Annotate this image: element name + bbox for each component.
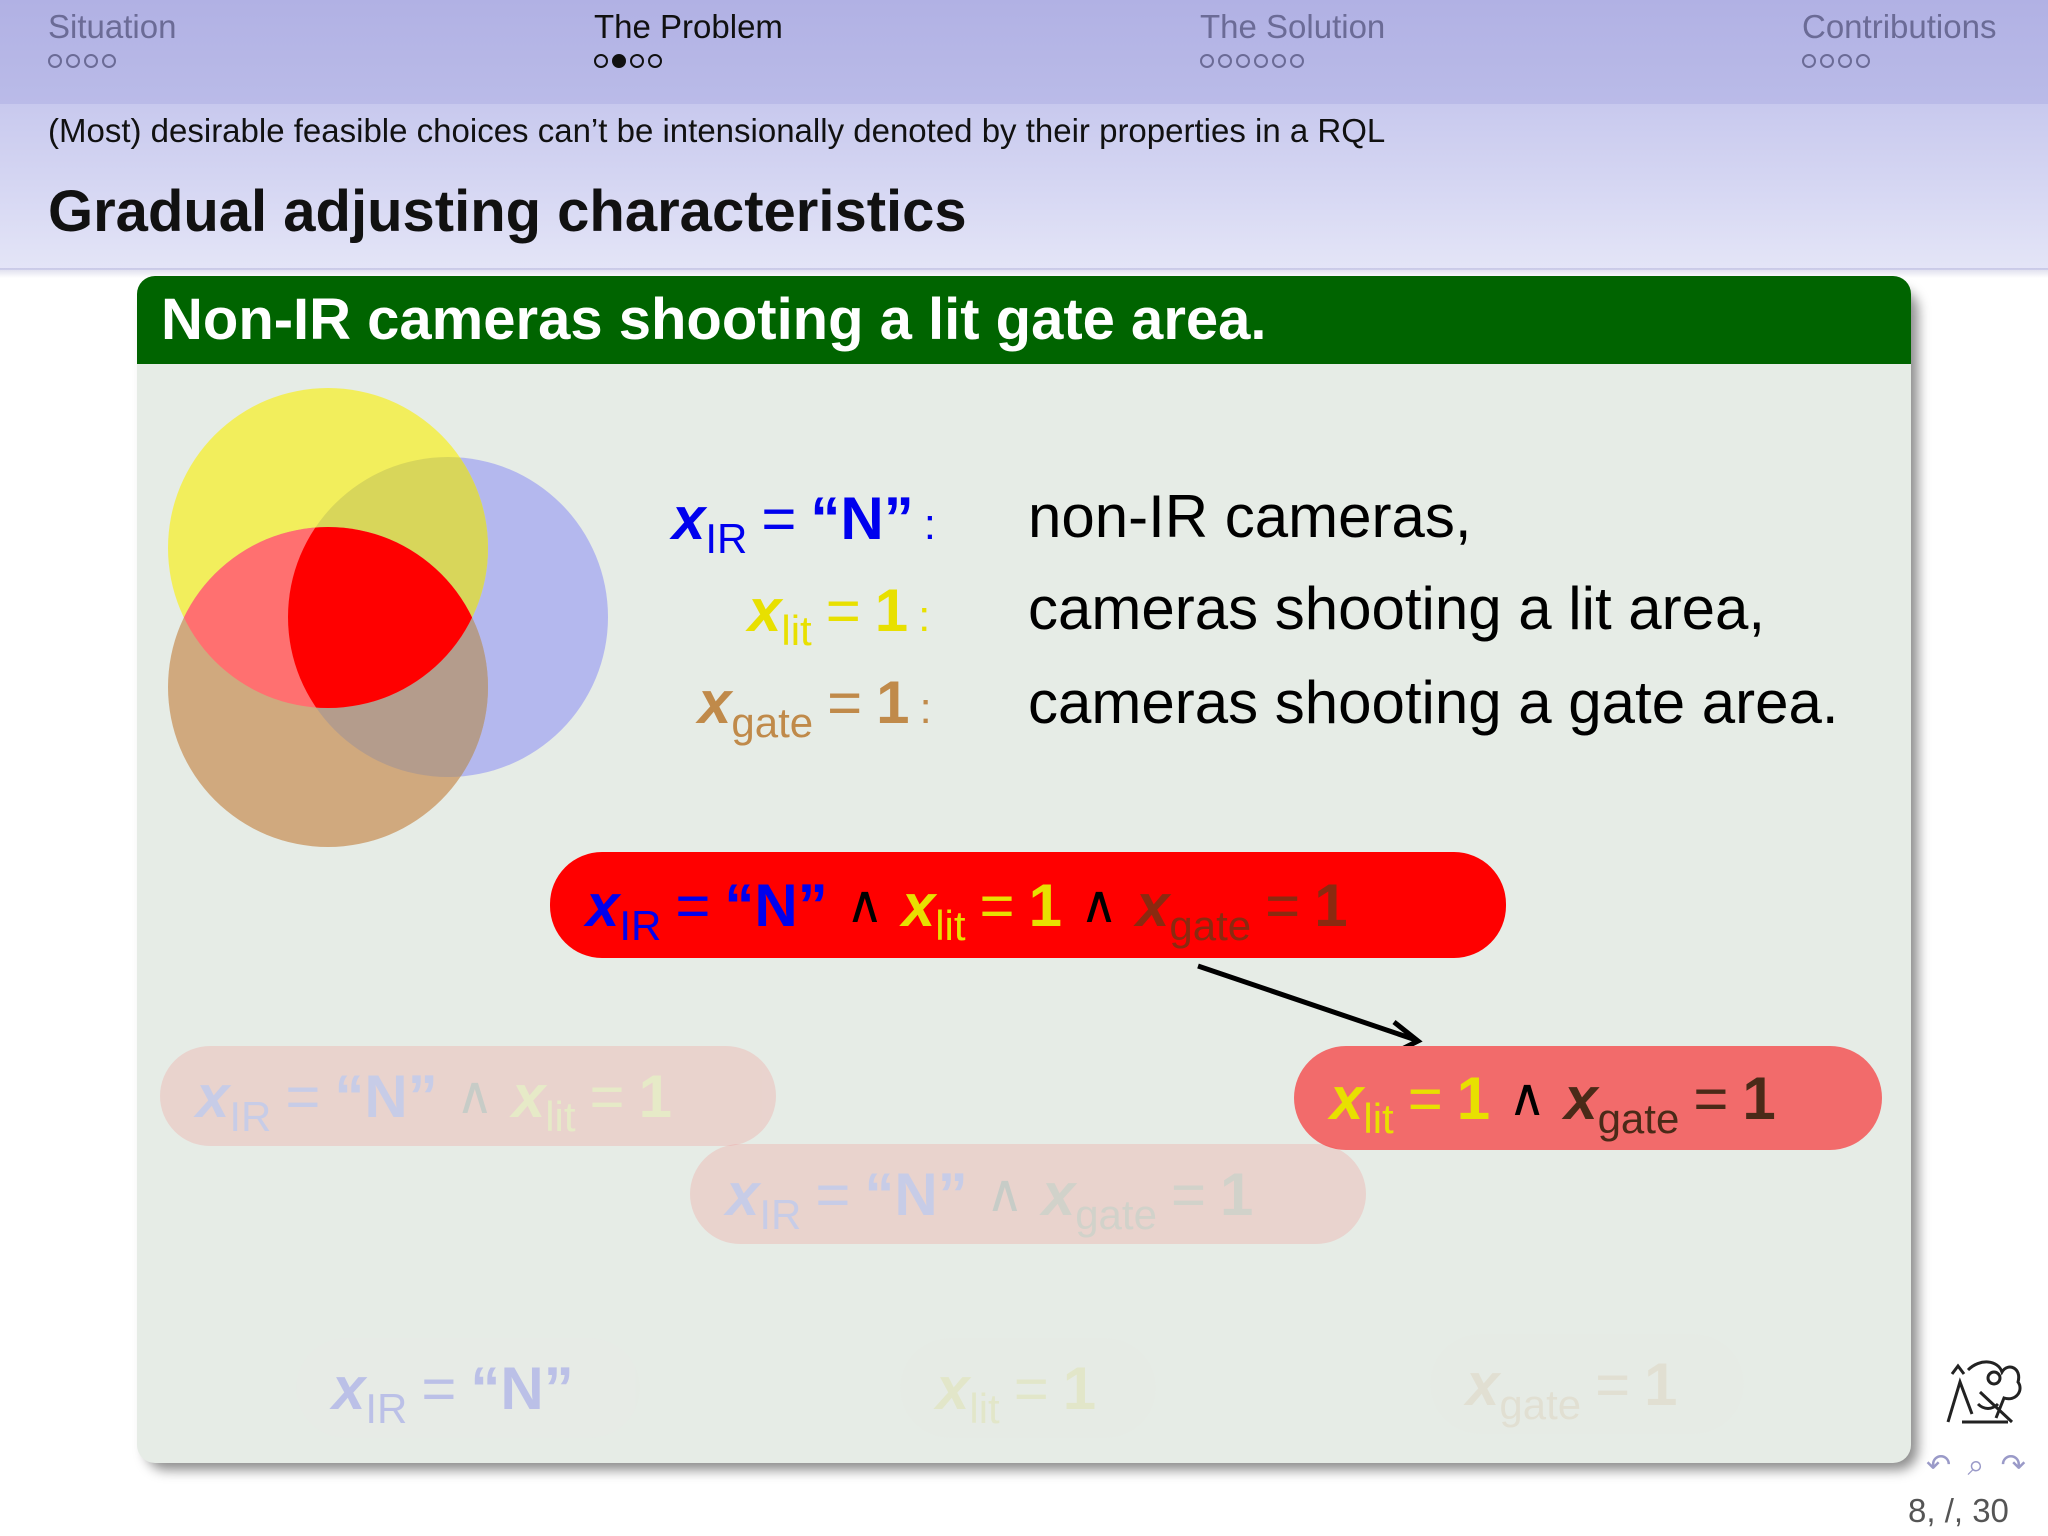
single-pill-lit: xlit = 1 bbox=[900, 1338, 1156, 1438]
and-symbol: ∧ bbox=[985, 1165, 1024, 1223]
conjunction-pill-ir-gate: xIR = “N” ∧ xgate = 1 bbox=[690, 1144, 1366, 1244]
beamer-navigation-symbols[interactable]: ↶ ⌕ ↷ bbox=[1926, 1448, 2030, 1483]
term-lit: xlit = 1 bbox=[936, 1354, 1097, 1432]
single-pill-gate: xgate = 1 bbox=[1430, 1334, 1744, 1434]
university-lion-logo-icon bbox=[1946, 1360, 2022, 1424]
term-gate: xgate = 1 bbox=[1466, 1350, 1678, 1428]
conjunction-pill-lit-gate: xlit = 1 ∧ xgate = 1 bbox=[1294, 1046, 1882, 1150]
term-gate: xgate = 1 bbox=[1041, 1160, 1254, 1238]
term-lit: xlit = 1 bbox=[511, 1062, 672, 1140]
and-symbol: ∧ bbox=[455, 1067, 494, 1125]
single-pill-ir: xIR = “N” bbox=[296, 1338, 640, 1438]
term-ir: xIR = “N” bbox=[196, 1062, 438, 1140]
conjunction-pill-ir-lit: xIR = “N” ∧ xlit = 1 bbox=[160, 1046, 776, 1146]
term-ir: xIR = “N” bbox=[332, 1354, 574, 1432]
term-lit: xlit = 1 bbox=[1330, 1064, 1491, 1142]
and-symbol: ∧ bbox=[1508, 1069, 1547, 1127]
arrow-icon bbox=[1197, 963, 1423, 1055]
term-gate: xgate = 1 bbox=[1564, 1064, 1776, 1142]
term-ir: xIR = “N” bbox=[726, 1160, 968, 1238]
page-number: 8, /, 30 bbox=[1908, 1492, 2009, 1529]
